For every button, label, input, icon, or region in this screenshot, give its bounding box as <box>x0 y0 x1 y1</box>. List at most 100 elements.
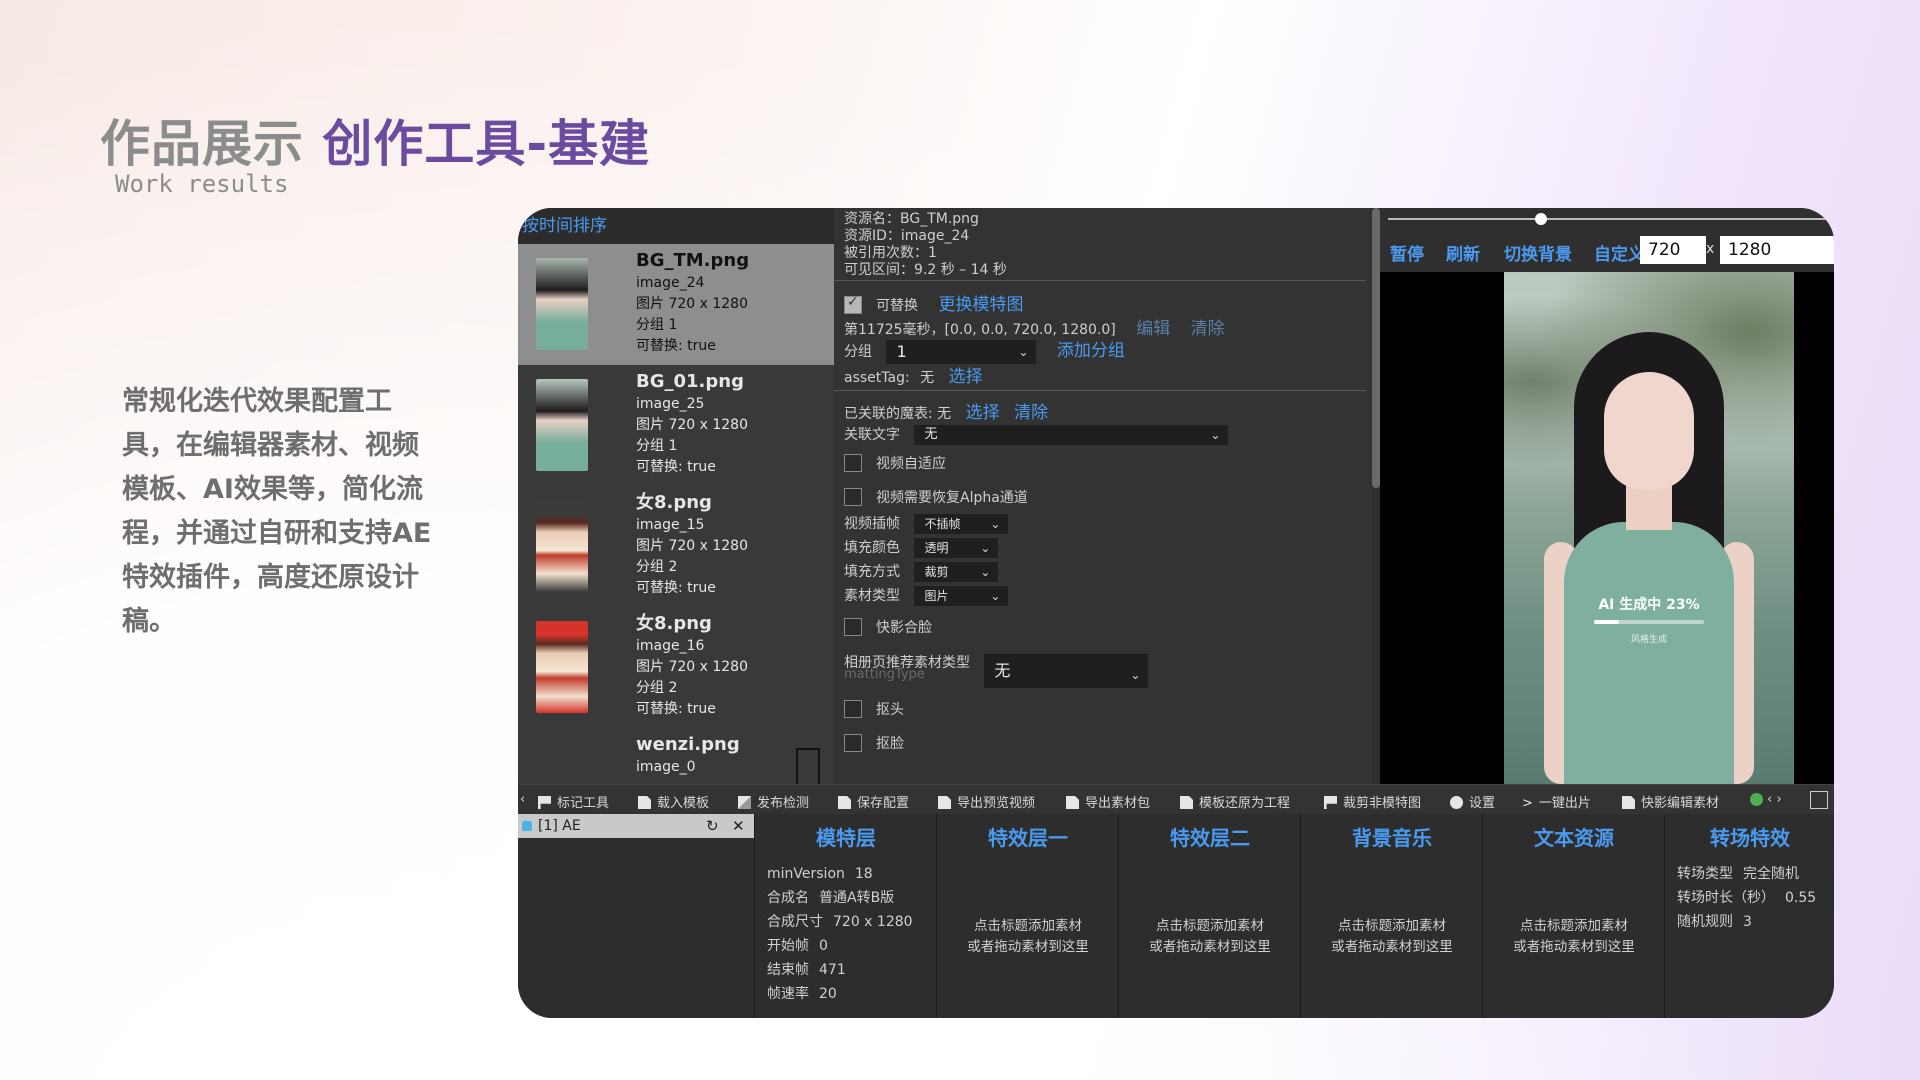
asset-thumbnail <box>536 500 588 592</box>
material-type-select[interactable]: 图片 ⌄ <box>914 586 1009 606</box>
drop-hint: 或者拖动素材到这里 <box>1331 939 1453 955</box>
asset-thumbnail <box>536 258 588 350</box>
column-effect-2: 特效层二 点击标题添加素材 或者拖动素材到这里 <box>1118 814 1301 1018</box>
ae-tab[interactable]: [1] AE ↻ ✕ <box>518 814 754 838</box>
drop-hint: 点击标题添加素材 <box>1338 918 1446 934</box>
timeline-slider[interactable] <box>1388 218 1826 220</box>
asset-item[interactable]: BG_01.png image_25 图片 720 x 1280 分组 1 可替… <box>518 365 834 486</box>
drop-hint: 或者拖动素材到这里 <box>967 939 1089 955</box>
toolbar-label: 快影编辑素材 <box>1641 796 1720 811</box>
replace-model-link[interactable]: 更换模特图 <box>938 295 1023 315</box>
width-input[interactable]: 720 <box>1640 236 1702 264</box>
asset-tag-select-link[interactable]: 选择 <box>949 367 983 387</box>
ai-progress-fill <box>1594 620 1620 624</box>
kv-value: 完全随机 <box>1743 866 1799 882</box>
toolbar-settings[interactable]: 设置 <box>1450 792 1495 811</box>
toolbar-label: 设置 <box>1469 796 1496 811</box>
height-input[interactable]: 1280 <box>1720 236 1834 264</box>
refresh-icon[interactable]: ↻ <box>706 814 719 838</box>
toolbar-overflow[interactable]: ‹ › <box>1750 792 1782 807</box>
toolbar-label: 导出预览视频 <box>957 796 1036 811</box>
list-scroll-handle[interactable] <box>796 748 820 784</box>
column-title[interactable]: 文本资源 <box>1483 822 1665 851</box>
asset-replaceable: 可替换: true <box>636 701 716 717</box>
asset-size: 图片 720 x 1280 <box>636 538 748 554</box>
linked-clear-link[interactable]: 清除 <box>1014 403 1048 423</box>
asset-item[interactable]: 女8.png image_15 图片 720 x 1280 分组 2 可替换: … <box>518 486 834 607</box>
toolbar-one-click[interactable]: > 一键出片 <box>1522 792 1591 811</box>
column-title[interactable]: 特效层二 <box>1119 822 1301 851</box>
timeline-slider-knob[interactable] <box>1535 213 1547 225</box>
add-group-link[interactable]: 添加分组 <box>1057 341 1125 361</box>
fill-mode-label: 填充方式 <box>844 564 900 580</box>
asset-group: 分组 1 <box>636 317 678 333</box>
asset-id: image_15 <box>636 517 705 533</box>
video-interp-select[interactable]: 不插帧 ⌄ <box>914 514 1009 534</box>
size-separator: x <box>1706 241 1715 257</box>
asset-id: image_24 <box>636 275 705 291</box>
clear-link[interactable]: 清除 <box>1191 319 1225 339</box>
toolbar-publish-check[interactable]: 发布检测 <box>738 792 809 811</box>
asset-size: 图片 720 x 1280 <box>636 296 748 312</box>
edit-link[interactable]: 编辑 <box>1136 319 1170 339</box>
refresh-button[interactable]: 刷新 <box>1446 240 1480 265</box>
toolbar-export-preview[interactable]: 导出预览视频 <box>938 792 1035 811</box>
kv-key: 转场时长（秒） <box>1677 890 1775 906</box>
properties-scrollbar[interactable] <box>1372 208 1380 488</box>
fill-mode-select[interactable]: 裁剪 ⌄ <box>914 562 999 582</box>
video-adapt-checkbox[interactable] <box>844 454 862 472</box>
asset-tag-value: 无 <box>920 370 935 386</box>
preview-canvas[interactable]: AI 生成中 23% 风格生成 <box>1380 272 1834 784</box>
drop-zone[interactable]: 点击标题添加素材 或者拖动素材到这里 <box>937 916 1119 958</box>
drop-zone[interactable]: 点击标题添加素材 或者拖动素材到这里 <box>1301 916 1483 958</box>
toolbar-crop-non-model[interactable]: 裁剪非模特图 <box>1324 792 1421 811</box>
kv-key: minVersion <box>767 866 845 882</box>
column-effect-1: 特效层一 点击标题添加素材 或者拖动素材到这里 <box>936 814 1119 1018</box>
asset-id: image_16 <box>636 638 705 654</box>
toolbar-kuaiying-edit[interactable]: 快影编辑素材 <box>1622 792 1719 811</box>
column-title[interactable]: 模特层 <box>755 822 937 851</box>
album-rec-select[interactable]: 无 ⌄ <box>984 654 1149 688</box>
video-alpha-checkbox[interactable] <box>844 488 862 506</box>
asset-item[interactable]: BG_TM.png image_24 图片 720 x 1280 分组 1 可替… <box>518 244 834 365</box>
asset-item[interactable]: 女8.png image_16 图片 720 x 1280 分组 2 可替换: … <box>518 607 834 728</box>
toolbar-label: 标记工具 <box>557 796 610 811</box>
sort-by-time-button[interactable]: 按时间排序 <box>518 208 834 244</box>
switch-bg-button[interactable]: 切换背景 <box>1504 240 1572 265</box>
fill-color-select[interactable]: 透明 ⌄ <box>914 538 999 558</box>
gear-icon <box>1450 796 1463 809</box>
column-bgm: 背景音乐 点击标题添加素材 或者拖动素材到这里 <box>1300 814 1483 1018</box>
asset-size: 图片 720 x 1280 <box>636 417 748 433</box>
column-title[interactable]: 背景音乐 <box>1301 822 1483 851</box>
toolbar-square-button[interactable] <box>1810 791 1828 809</box>
linked-text-select[interactable]: 无 ⌄ <box>914 425 1229 445</box>
asset-tag-label: assetTag: <box>844 370 910 386</box>
column-transition: 转场特效 转场类型 完全随机 转场时长（秒） 0.55 随机规则 3 <box>1664 814 1834 1018</box>
column-title[interactable]: 转场特效 <box>1665 822 1834 851</box>
asset-item[interactable]: wenzi.png image_0 <box>518 728 834 784</box>
face-merge-checkbox[interactable] <box>844 618 862 636</box>
toolbar-load-template[interactable]: 载入模板 <box>638 792 709 811</box>
kv-value: 0 <box>819 938 828 954</box>
toolbar-save-config[interactable]: 保存配置 <box>838 792 909 811</box>
drop-zone[interactable]: 点击标题添加素材 或者拖动素材到这里 <box>1483 916 1665 958</box>
save-icon <box>838 796 851 809</box>
matting-type-label: mattingType <box>844 667 925 682</box>
toolbar-export-package[interactable]: 导出素材包 <box>1066 792 1150 811</box>
asset-group: 分组 1 <box>636 438 678 454</box>
close-icon[interactable]: ✕ <box>732 814 745 838</box>
linked-table: 已关联的魔表: 无 <box>844 406 952 422</box>
toolbar-restore-project[interactable]: 模板还原为工程 <box>1180 792 1290 811</box>
linked-select-link[interactable]: 选择 <box>966 403 1000 423</box>
slide-description: 常规化迭代效果配置工具，在编辑器素材、视频模板、AI效果等，简化流程，并通过自研… <box>122 386 432 637</box>
pause-button[interactable]: 暂停 <box>1390 240 1424 265</box>
drop-zone[interactable]: 点击标题添加素材 或者拖动素材到这里 <box>1119 916 1301 958</box>
cutout-head-checkbox[interactable] <box>844 700 862 718</box>
toolbar-scroll-left[interactable]: ‹ <box>520 792 525 807</box>
cutout-face-checkbox[interactable] <box>844 734 862 752</box>
project-icon <box>1180 796 1193 809</box>
group-select[interactable]: 1 ⌄ <box>886 340 1037 364</box>
toolbar-mark-tool[interactable]: 标记工具 <box>538 792 609 811</box>
column-title[interactable]: 特效层一 <box>937 822 1119 851</box>
replaceable-checkbox[interactable] <box>844 294 862 314</box>
